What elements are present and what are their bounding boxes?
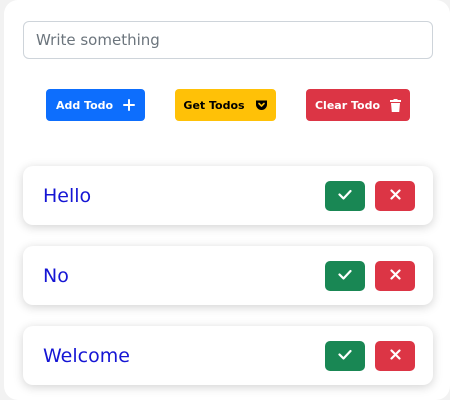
- todo-input-wrapper: [23, 21, 433, 59]
- complete-button[interactable]: [325, 341, 365, 371]
- todo-title: Hello: [43, 184, 92, 207]
- get-todos-button[interactable]: Get Todos: [175, 89, 276, 121]
- todo-item: No: [23, 246, 433, 305]
- x-icon: [389, 187, 401, 205]
- trash-icon: [390, 98, 401, 112]
- todo-input[interactable]: [24, 22, 432, 58]
- pocket-icon: [255, 99, 268, 111]
- clear-todo-label: Clear Todo: [314, 98, 380, 112]
- check-icon: [338, 267, 352, 285]
- todo-app: Add Todo Get Todos Clear Todo Hello No: [4, 0, 450, 400]
- todo-title: No: [43, 264, 69, 287]
- todo-item: Welcome: [23, 326, 433, 385]
- x-icon: [389, 267, 401, 285]
- x-icon: [389, 347, 401, 365]
- check-icon: [338, 187, 352, 205]
- check-icon: [338, 347, 352, 365]
- todo-title: Welcome: [43, 344, 130, 367]
- delete-button[interactable]: [375, 261, 415, 291]
- clear-todo-button[interactable]: Clear Todo: [306, 89, 410, 121]
- add-todo-label: Add Todo: [55, 98, 114, 112]
- delete-button[interactable]: [375, 341, 415, 371]
- complete-button[interactable]: [325, 261, 365, 291]
- complete-button[interactable]: [325, 181, 365, 211]
- plus-icon: [123, 99, 136, 111]
- todo-item: Hello: [23, 166, 433, 225]
- get-todos-label: Get Todos: [183, 98, 245, 112]
- delete-button[interactable]: [375, 181, 415, 211]
- add-todo-button[interactable]: Add Todo: [46, 89, 145, 121]
